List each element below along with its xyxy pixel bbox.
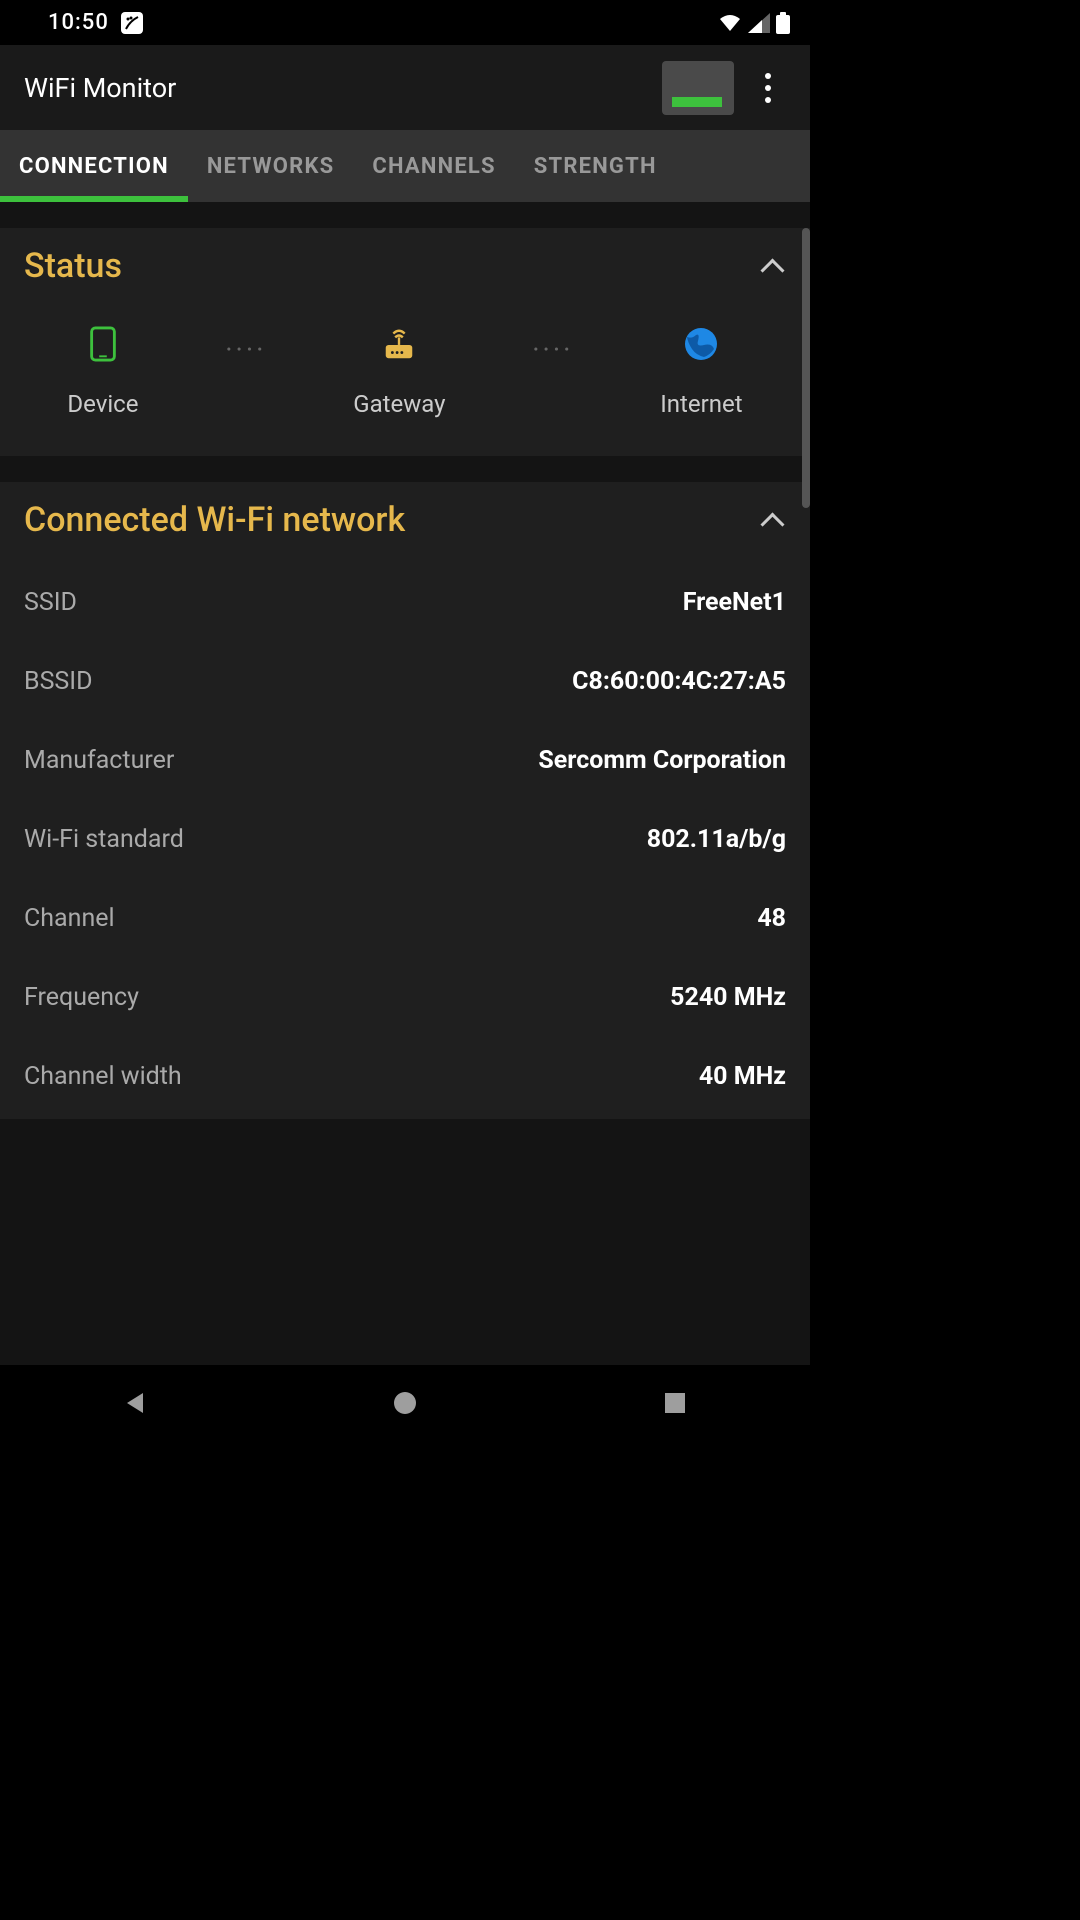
detail-label: Channel width — [24, 1062, 182, 1091]
detail-value: 40 MHz — [699, 1062, 786, 1091]
detail-value: 48 — [757, 904, 786, 933]
network-details: SSID FreeNet1 BSSID C8:60:00:4C:27:A5 Ma… — [24, 560, 786, 1091]
android-nav-bar — [0, 1365, 810, 1440]
detail-value: 802.11a/b/g — [647, 825, 786, 854]
status-device: Device — [67, 326, 138, 418]
status-header[interactable]: Status — [24, 246, 786, 286]
tab-label: STRENGTH — [534, 154, 657, 179]
wifi-icon — [718, 13, 742, 33]
status-label: Gateway — [353, 390, 445, 418]
status-label: Device — [67, 390, 138, 418]
connected-title: Connected Wi-Fi network — [24, 500, 405, 540]
status-indicators — [718, 12, 790, 34]
gateway-icon — [379, 326, 419, 362]
detail-value: 5240 MHz — [670, 983, 786, 1012]
tab-label: CONNECTION — [19, 154, 169, 179]
row-standard: Wi-Fi standard 802.11a/b/g — [24, 825, 786, 854]
tab-channels[interactable]: CHANNELS — [353, 130, 514, 202]
detail-value: FreeNet1 — [683, 588, 786, 617]
app-bar: WiFi Monitor — [0, 45, 810, 130]
home-icon — [392, 1390, 418, 1416]
battery-icon — [776, 12, 790, 34]
detail-label: Manufacturer — [24, 746, 174, 775]
status-card: Status Device ···· — [0, 228, 810, 456]
detail-label: BSSID — [24, 667, 92, 696]
globe-icon — [684, 326, 718, 362]
tab-strength[interactable]: STRENGTH — [515, 130, 676, 202]
row-bssid: BSSID C8:60:00:4C:27:A5 — [24, 667, 786, 696]
tab-bar: CONNECTION NETWORKS CHANNELS STRENGTH — [0, 130, 810, 202]
signal-icon — [748, 13, 770, 33]
status-time: 10:50 — [48, 10, 109, 35]
chart-button[interactable] — [662, 61, 734, 115]
content-scroll[interactable]: Status Device ···· — [0, 202, 810, 1365]
detail-label: Channel — [24, 904, 115, 933]
status-gateway: Gateway — [353, 326, 445, 418]
recent-icon — [663, 1391, 687, 1415]
detail-value: Sercomm Corporation — [538, 746, 786, 775]
detail-label: SSID — [24, 588, 77, 617]
status-title: Status — [24, 246, 122, 286]
app-title: WiFi Monitor — [24, 72, 646, 104]
nav-back-button[interactable] — [60, 1389, 210, 1417]
more-menu-button[interactable] — [750, 65, 786, 111]
tab-connection[interactable]: CONNECTION — [0, 130, 188, 202]
nav-home-button[interactable] — [330, 1390, 480, 1416]
status-path: Device ···· Gateway ···· — [24, 306, 786, 428]
chevron-up-icon — [758, 512, 786, 528]
detail-label: Frequency — [24, 983, 139, 1012]
connected-header[interactable]: Connected Wi-Fi network — [24, 500, 786, 540]
android-status-bar: 10:50 — [0, 0, 810, 45]
scrollbar-thumb[interactable] — [802, 228, 810, 508]
dots-separator: ···· — [225, 333, 266, 366]
status-internet: Internet — [660, 326, 742, 418]
tab-label: NETWORKS — [207, 154, 335, 179]
detail-value: C8:60:00:4C:27:A5 — [572, 667, 786, 696]
row-ssid: SSID FreeNet1 — [24, 588, 786, 617]
row-channel-width: Channel width 40 MHz — [24, 1062, 786, 1091]
detail-label: Wi-Fi standard — [24, 825, 184, 854]
tab-networks[interactable]: NETWORKS — [188, 130, 354, 202]
row-manufacturer: Manufacturer Sercomm Corporation — [24, 746, 786, 775]
row-frequency: Frequency 5240 MHz — [24, 983, 786, 1012]
nav-recent-button[interactable] — [600, 1391, 750, 1415]
row-channel: Channel 48 — [24, 904, 786, 933]
connected-network-card: Connected Wi-Fi network SSID FreeNet1 BS… — [0, 482, 810, 1119]
back-icon — [121, 1389, 149, 1417]
status-label: Internet — [660, 390, 742, 418]
chevron-up-icon — [758, 258, 786, 274]
device-icon — [89, 326, 117, 362]
app-notification-icon — [121, 12, 143, 34]
dots-separator: ···· — [532, 333, 573, 366]
tab-label: CHANNELS — [372, 154, 495, 179]
